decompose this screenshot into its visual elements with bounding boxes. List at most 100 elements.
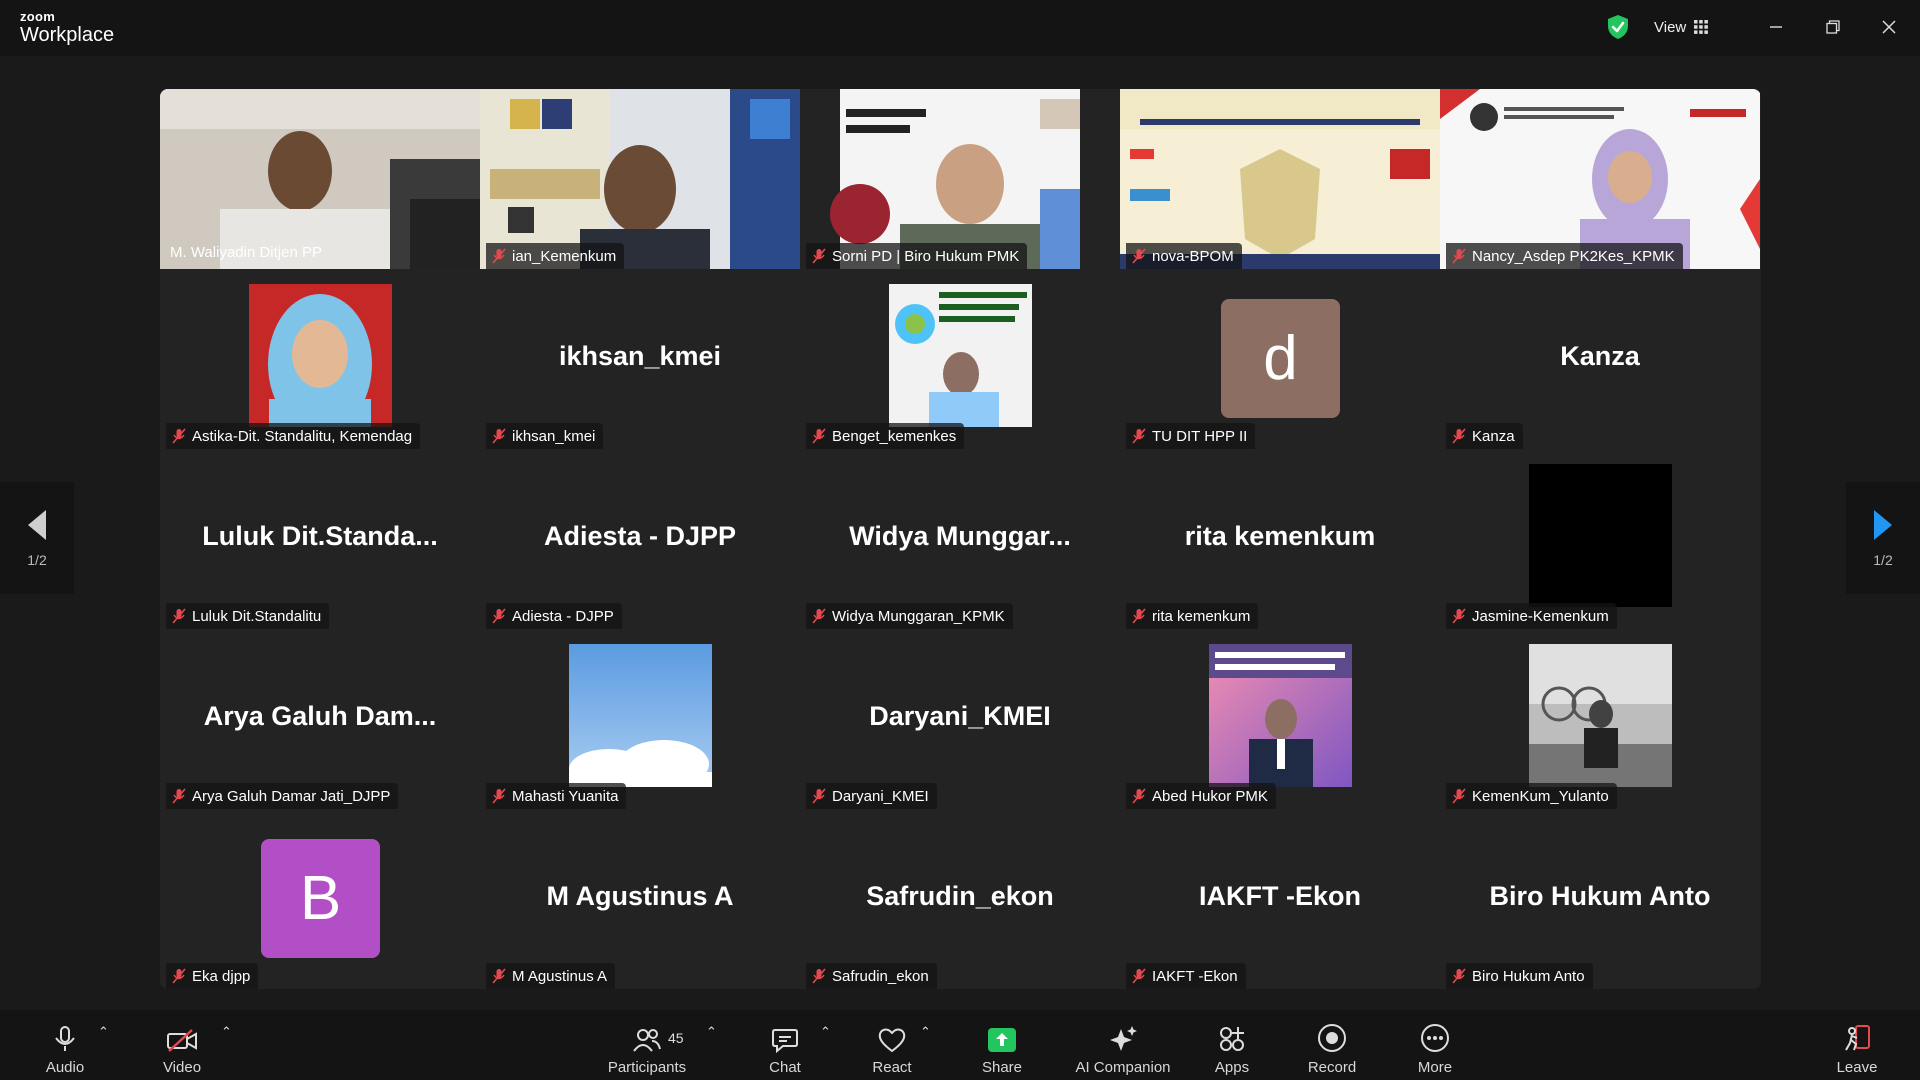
- app-logo: zoom Workplace: [20, 10, 114, 45]
- record-label: Record: [1307, 1059, 1357, 1076]
- title-bar: zoom Workplace View: [0, 0, 1920, 56]
- mic-muted-icon: [1452, 788, 1466, 804]
- profile-photo: [1529, 644, 1672, 787]
- arrow-left-icon: [28, 510, 46, 540]
- participant-display-name: Adiesta - DJPP: [543, 521, 737, 551]
- leave-icon: [1845, 1025, 1870, 1051]
- audio-options-chevron-up-icon[interactable]: ⌃: [98, 1024, 109, 1040]
- participant-tile[interactable]: Mahasti Yuanita: [480, 629, 800, 809]
- participant-name: KemenKum_Yulanto: [1472, 787, 1609, 805]
- participant-tile[interactable]: rita kemenkum rita kemenkum: [1120, 449, 1440, 629]
- participant-tile[interactable]: Daryani_KMEI Daryani_KMEI: [800, 629, 1120, 809]
- participant-tile[interactable]: Abed Hukor PMK: [1120, 629, 1440, 809]
- participant-name: Eka djpp: [192, 967, 251, 985]
- participant-tile[interactable]: M. Waliyadin Ditjen PP: [160, 89, 480, 269]
- view-button[interactable]: View: [1644, 12, 1718, 42]
- previous-page-button[interactable]: 1/2: [0, 482, 74, 594]
- mic-muted-icon: [172, 968, 186, 984]
- profile-photo: [249, 284, 392, 427]
- profile-photo: [1209, 644, 1352, 787]
- more-button[interactable]: More: [1410, 1016, 1460, 1076]
- participant-tile[interactable]: Jasmine-Kemenkum: [1440, 449, 1760, 629]
- mic-muted-icon: [492, 788, 506, 804]
- record-icon: [1318, 1024, 1346, 1052]
- participant-tile[interactable]: ian_Kemenkum: [480, 89, 800, 269]
- chat-options-chevron-up-icon[interactable]: ⌃: [820, 1024, 831, 1040]
- participant-tile[interactable]: M Agustinus A M Agustinus A: [480, 809, 800, 989]
- minimize-icon[interactable]: [1763, 14, 1789, 40]
- arrow-right-icon: [1874, 510, 1892, 540]
- mic-muted-icon: [492, 248, 506, 264]
- participant-tile[interactable]: Arya Galuh Dam... Arya Galuh Damar Jati_…: [160, 629, 480, 809]
- participant-name: IAKFT -Ekon: [1152, 967, 1238, 985]
- participant-tile[interactable]: KemenKum_Yulanto: [1440, 629, 1760, 809]
- video-button[interactable]: Video: [152, 1016, 212, 1076]
- video-options-chevron-up-icon[interactable]: ⌃: [221, 1024, 232, 1040]
- leave-button[interactable]: Leave: [1832, 1016, 1882, 1076]
- share-button[interactable]: Share: [976, 1016, 1028, 1076]
- record-button[interactable]: Record: [1302, 1016, 1362, 1076]
- participants-options-chevron-up-icon[interactable]: ⌃: [706, 1024, 717, 1040]
- participant-tile[interactable]: IAKFT -Ekon IAKFT -Ekon: [1120, 809, 1440, 989]
- participant-tile[interactable]: ikhsan_kmei ikhsan_kmei: [480, 269, 800, 449]
- participant-name-label: ikhsan_kmei: [486, 423, 604, 449]
- participant-name-label: KemenKum_Yulanto: [1446, 783, 1617, 809]
- participant-name: ian_Kemenkum: [512, 247, 617, 265]
- encryption-shield-icon[interactable]: [1606, 14, 1630, 40]
- participant-tile[interactable]: Astika-Dit. Standalitu, Kemendag: [160, 269, 480, 449]
- participant-display-name: IAKFT -Ekon: [1199, 881, 1361, 911]
- mic-muted-icon: [812, 428, 826, 444]
- participant-name-label: Eka djpp: [166, 963, 259, 989]
- participant-name-label: Widya Munggaran_KPMK: [806, 603, 1013, 629]
- participant-tile[interactable]: Benget_kemenkes: [800, 269, 1120, 449]
- participant-name: M Agustinus A: [512, 967, 608, 985]
- microphone-icon: [55, 1026, 75, 1051]
- mic-muted-icon: [1132, 428, 1146, 444]
- chat-label: Chat: [769, 1059, 801, 1076]
- ai-companion-button[interactable]: AI Companion: [1072, 1016, 1174, 1076]
- participants-label: Participants: [607, 1059, 687, 1076]
- mic-muted-icon: [172, 428, 186, 444]
- participant-name-label: Benget_kemenkes: [806, 423, 965, 449]
- participant-name-label: TU DIT HPP II: [1126, 423, 1256, 449]
- participant-tile[interactable]: Luluk Dit.Standa... Luluk Dit.Standalitu: [160, 449, 480, 629]
- participants-button[interactable]: Participants: [604, 1016, 690, 1076]
- video-label: Video: [162, 1059, 202, 1076]
- participant-tile[interactable]: B Eka djpp: [160, 809, 480, 989]
- participant-tile[interactable]: Widya Munggar... Widya Munggaran_KPMK: [800, 449, 1120, 629]
- participant-display-name: M Agustinus A: [546, 881, 734, 911]
- participant-name-label: Luluk Dit.Standalitu: [166, 603, 330, 629]
- participant-name: Sorni PD | Biro Hukum PMK: [832, 247, 1020, 265]
- participant-tile[interactable]: Nancy_Asdep PK2Kes_KPMK: [1440, 89, 1760, 269]
- participant-tile[interactable]: nova-BPOM: [1120, 89, 1440, 269]
- participant-tile[interactable]: Adiesta - DJPP Adiesta - DJPP: [480, 449, 800, 629]
- react-label: React: [872, 1059, 912, 1076]
- participant-name: Nancy_Asdep PK2Kes_KPMK: [1472, 247, 1675, 265]
- chat-button[interactable]: Chat: [760, 1016, 810, 1076]
- participant-name: Abed Hukor PMK: [1152, 787, 1268, 805]
- video-off-icon: [167, 1029, 197, 1052]
- participant-name: nova-BPOM: [1152, 247, 1234, 265]
- participant-tile[interactable]: Sorni PD | Biro Hukum PMK: [800, 89, 1120, 269]
- participant-tile[interactable]: Biro Hukum Anto Biro Hukum Anto: [1440, 809, 1760, 989]
- share-screen-icon: [988, 1028, 1016, 1052]
- brand-workplace: Workplace: [20, 24, 115, 46]
- mic-muted-icon: [1452, 428, 1466, 444]
- react-options-chevron-up-icon[interactable]: ⌃: [920, 1024, 931, 1040]
- participant-tile[interactable]: Safrudin_ekon Safrudin_ekon: [800, 809, 1120, 989]
- next-page-button[interactable]: 1/2: [1846, 482, 1920, 594]
- react-button[interactable]: React: [864, 1016, 920, 1076]
- participants-count: 45: [668, 1030, 684, 1046]
- audio-button[interactable]: Audio: [36, 1016, 94, 1076]
- apps-button[interactable]: Apps: [1208, 1016, 1256, 1076]
- apps-grid-icon: [1220, 1027, 1244, 1051]
- participant-name-label: Nancy_Asdep PK2Kes_KPMK: [1446, 243, 1683, 269]
- participant-display-name: Luluk Dit.Standa...: [202, 521, 438, 551]
- participant-tile[interactable]: d TU DIT HPP II: [1120, 269, 1440, 449]
- participant-name-label: Astika-Dit. Standalitu, Kemendag: [166, 423, 421, 449]
- close-icon[interactable]: [1876, 14, 1902, 40]
- participant-name-label: Daryani_KMEI: [806, 783, 937, 809]
- participant-display-name: Biro Hukum Anto: [1489, 881, 1711, 911]
- participant-tile[interactable]: Kanza Kanza: [1440, 269, 1760, 449]
- restore-icon[interactable]: [1820, 14, 1846, 40]
